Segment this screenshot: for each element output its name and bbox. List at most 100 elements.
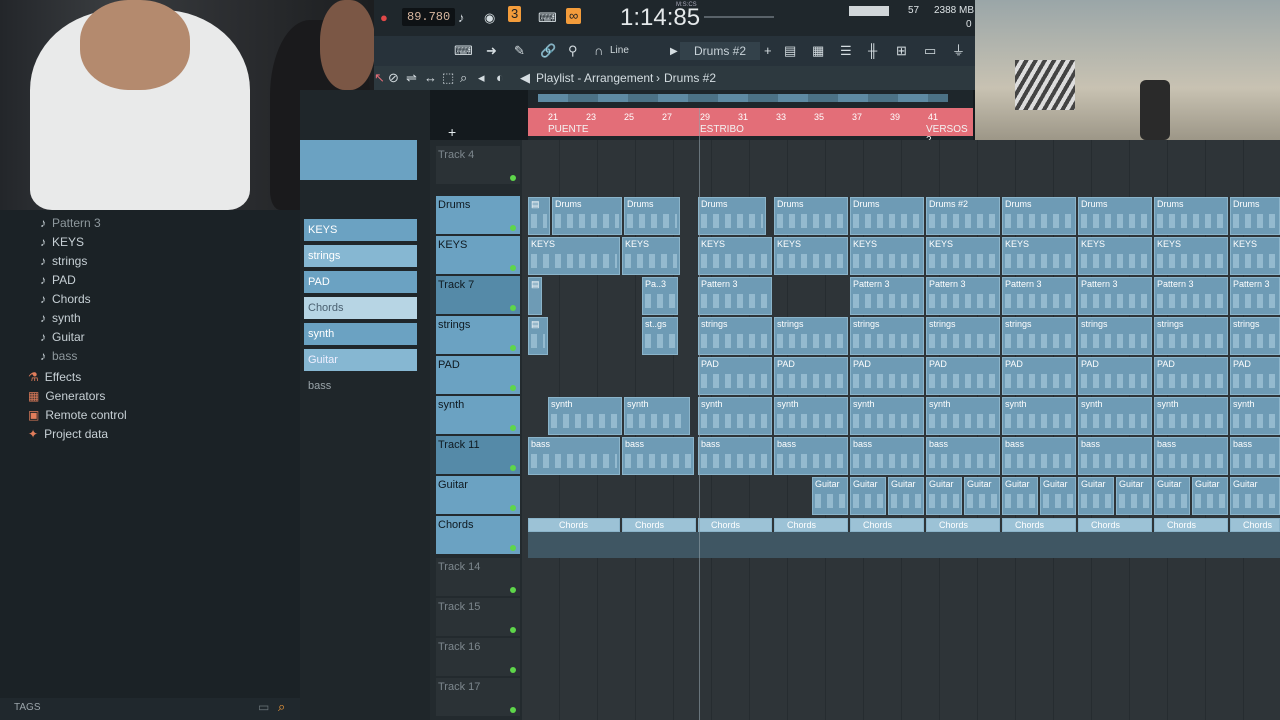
piano-roll-icon[interactable]: ▦	[812, 43, 824, 59]
song-time[interactable]: 1:14:85	[620, 4, 700, 32]
picker-item[interactable]: bass	[304, 375, 417, 397]
overview-strip[interactable]	[538, 94, 948, 102]
track-header[interactable]: strings	[436, 316, 520, 354]
clip-bass[interactable]: bass	[698, 437, 772, 475]
loop-record-icon[interactable]: ∞	[566, 8, 582, 24]
record-icon[interactable]: ●	[380, 10, 388, 26]
play-arrow-icon[interactable]: ▶	[670, 44, 678, 60]
clip-bass[interactable]: bass	[850, 437, 924, 475]
clip-keys[interactable]: KEYS	[698, 237, 772, 275]
track-header[interactable]: KEYS	[436, 236, 520, 274]
clip-chords[interactable]: Chords	[850, 518, 924, 532]
clip-drums[interactable]: Drums	[624, 197, 680, 235]
clip-guitar[interactable]: Guitar	[926, 477, 962, 515]
clip-keys[interactable]: KEYS	[926, 237, 1000, 275]
picker-item[interactable]: PAD	[304, 271, 417, 293]
clip-synth[interactable]: synth	[850, 397, 924, 435]
arrow-left-icon[interactable]: ◀	[520, 70, 530, 86]
clip-pattern[interactable]: ▤	[528, 277, 542, 315]
marker-row[interactable]: 21 23 25 27 29 31 33 35 37 39 41 PUENTE …	[528, 108, 973, 146]
clip-bass[interactable]: bass	[528, 437, 620, 475]
add-pattern-icon[interactable]: +	[764, 43, 772, 59]
clip-chords[interactable]: Chords	[698, 518, 772, 532]
track-led[interactable]	[510, 265, 516, 271]
clip-guitar[interactable]: Guitar	[1192, 477, 1228, 515]
track-header[interactable]: Track 16	[436, 638, 520, 676]
track-led[interactable]	[510, 225, 516, 231]
clip-strings[interactable]: strings	[1230, 317, 1280, 355]
playback-icon[interactable]: ◐	[496, 70, 504, 86]
browser-item[interactable]: ♪ Pattern 3	[40, 216, 101, 230]
browser-section-remote-control[interactable]: ▣ Remote control	[28, 408, 127, 422]
track-header[interactable]: Track 11	[436, 436, 520, 474]
clip-keys[interactable]: KEYS	[774, 237, 848, 275]
clip-synth[interactable]: synth	[1154, 397, 1228, 435]
clip-chords[interactable]: Chords	[774, 518, 848, 532]
clip-keys[interactable]: KEYS	[1078, 237, 1152, 275]
step-edit-icon[interactable]: ⌨	[538, 10, 557, 26]
clip-strings[interactable]: strings	[926, 317, 1000, 355]
clip-strings[interactable]: strings	[850, 317, 924, 355]
folder-icon[interactable]: ▭	[258, 700, 269, 714]
clip-chords[interactable]: Chords	[1230, 518, 1280, 532]
clip-keys[interactable]: KEYS	[622, 237, 680, 275]
marker-estribo[interactable]: ESTRIBO	[700, 124, 744, 135]
clip-pad[interactable]: PAD	[850, 357, 924, 395]
clip-drums[interactable]: Drums	[1002, 197, 1076, 235]
track-led[interactable]	[510, 667, 516, 673]
picker-item[interactable]: synth	[304, 323, 417, 345]
clip-strings[interactable]: strings	[1078, 317, 1152, 355]
snap-icon[interactable]: ⊘	[388, 70, 399, 86]
countdown-icon[interactable]: 3	[508, 6, 522, 22]
track-led[interactable]	[510, 465, 516, 471]
browser-section-effects[interactable]: ⚗ Effects	[28, 370, 81, 384]
clip-pad[interactable]: PAD	[1230, 357, 1280, 395]
clip-bass[interactable]: bass	[926, 437, 1000, 475]
clip-drums[interactable]: Drums	[1154, 197, 1228, 235]
browser-item[interactable]: ♪ bass	[40, 349, 77, 363]
track-led[interactable]	[510, 345, 516, 351]
track-led[interactable]	[510, 707, 516, 713]
track-header[interactable]: Chords	[436, 516, 520, 554]
clip-bass[interactable]: bass	[1002, 437, 1076, 475]
clip-pad[interactable]: PAD	[1002, 357, 1076, 395]
record-automation-icon[interactable]: ↖	[374, 70, 385, 86]
slip-icon[interactable]: ⇌	[406, 70, 417, 86]
clip-chords[interactable]: Chords	[926, 518, 1000, 532]
clip-pad[interactable]: PAD	[1154, 357, 1228, 395]
clip-drums[interactable]: ▤	[528, 197, 550, 235]
clip-guitar[interactable]: Guitar	[1002, 477, 1038, 515]
browser-item[interactable]: ♪ KEYS	[40, 235, 84, 249]
magnet-icon[interactable]: ∩	[594, 43, 603, 59]
track-header[interactable]: Guitar	[436, 476, 520, 514]
browser-item[interactable]: ♪ Guitar	[40, 330, 85, 344]
track-led[interactable]	[510, 425, 516, 431]
clip-guitar[interactable]: Guitar	[1078, 477, 1114, 515]
tempo-display[interactable]: 89.780	[402, 8, 456, 26]
speaker-icon[interactable]: ◂	[478, 70, 485, 86]
picker-item[interactable]: strings	[304, 245, 417, 267]
browser-item[interactable]: ♪ strings	[40, 254, 87, 268]
clip-bass[interactable]: bass	[774, 437, 848, 475]
track-led[interactable]	[510, 305, 516, 311]
clip-synth[interactable]: synth	[548, 397, 622, 435]
clip-synth[interactable]: synth	[1078, 397, 1152, 435]
clip-guitar[interactable]: Guitar	[1116, 477, 1152, 515]
track-header[interactable]: Track 14	[436, 558, 520, 596]
clip-drums[interactable]: Drums	[850, 197, 924, 235]
clip-guitar[interactable]: Guitar	[1230, 477, 1280, 515]
snap-mode[interactable]: Line	[610, 45, 629, 56]
clip-guitar[interactable]: Guitar	[1040, 477, 1076, 515]
clip-synth[interactable]: synth	[1230, 397, 1280, 435]
clip-pattern[interactable]: Pattern 3	[1002, 277, 1076, 315]
add-track-icon[interactable]: +	[448, 124, 456, 140]
search-icon[interactable]: ⌕	[278, 699, 285, 715]
clip-bass[interactable]: bass	[1154, 437, 1228, 475]
wait-icon[interactable]: ◉	[484, 10, 495, 26]
clip-drums[interactable]: Drums #2	[926, 197, 1000, 235]
playlist-icon[interactable]: ▤	[784, 43, 796, 59]
track-header[interactable]: Track 4	[436, 146, 520, 184]
clip-chords[interactable]: Chords	[528, 518, 620, 532]
clip-pattern[interactable]: Pattern 3	[1154, 277, 1228, 315]
picker-item[interactable]: KEYS	[304, 219, 417, 241]
